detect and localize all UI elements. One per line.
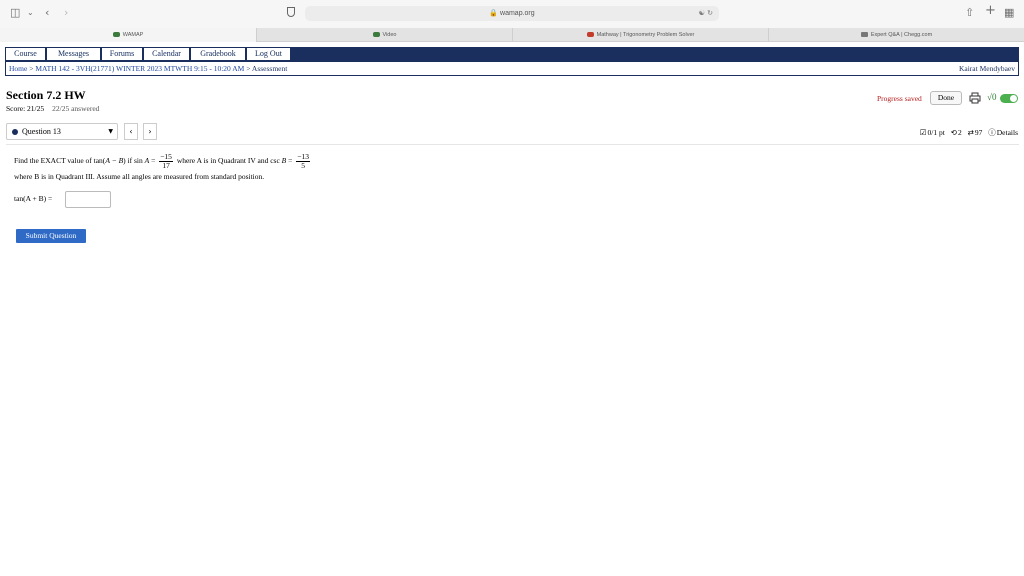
sidebar-toggle-icon[interactable]: ◫: [10, 6, 20, 20]
answered-count: 22/25 answered: [52, 104, 100, 113]
sin-a-fraction: −15 17: [159, 153, 173, 170]
question-text-line2: where B is in Quadrant III. Assume all a…: [14, 172, 265, 181]
score-line: Score: 21/25 22/25 answered: [6, 104, 99, 114]
submit-question-button[interactable]: Submit Question: [16, 229, 86, 243]
question-text-line1: Find the EXACT value of tan(A − B) if si…: [14, 153, 312, 170]
nav-gradebook[interactable]: Gradebook: [191, 48, 246, 60]
question-text: Find the EXACT value of tan(: [14, 156, 106, 166]
tab-video[interactable]: Video: [256, 28, 512, 42]
breadcrumb: Home > MATH 142 - 3VH(21771) WINTER 2023…: [5, 61, 1019, 76]
answer-input[interactable]: [65, 191, 111, 208]
tab-overview-icon[interactable]: ▦: [1004, 6, 1014, 20]
chegg-favicon-icon: [860, 32, 868, 38]
mathway-favicon-icon: [586, 32, 594, 38]
browser-toolbar: ◫ ⌄ ‹ › 🔒 wamap.org ☯ ↻ ⇧ + ▦: [0, 0, 1024, 28]
question-selector[interactable]: Question 13 ▼: [6, 123, 118, 140]
retry-icon: ⟲: [950, 128, 957, 137]
print-icon[interactable]: [969, 92, 981, 104]
done-button[interactable]: Done: [930, 91, 962, 105]
breadcrumb-separator: >: [244, 64, 252, 73]
math-entry-toggle[interactable]: [1000, 94, 1018, 103]
retries-value: 2: [957, 128, 962, 137]
nav-calendar[interactable]: Calendar: [144, 48, 190, 60]
breadcrumb-current: Assessment: [251, 64, 288, 73]
csc-b-fraction: −13 5: [296, 153, 310, 170]
tab-mathway[interactable]: Mathway | Trigonometry Problem Solver: [512, 28, 768, 42]
nav-forums[interactable]: Forums: [102, 48, 143, 60]
address-bar[interactable]: 🔒 wamap.org ☯ ↻: [305, 6, 719, 21]
tries-icon: ⇄: [967, 128, 974, 137]
breadcrumb-course[interactable]: MATH 142 - 3VH(21771) WINTER 2023 MTWTH …: [35, 64, 244, 73]
main-nav: Course Messages Forums Calendar Gradeboo…: [5, 47, 1019, 61]
share-icon[interactable]: ⇧: [965, 6, 974, 20]
url-text: 🔒 wamap.org: [489, 10, 535, 17]
tries-value: 97: [974, 128, 983, 137]
browser-tab-bar: WAMAP Video Mathway | Trigonometry Probl…: [0, 28, 1024, 42]
question-status-dot: [12, 129, 18, 135]
math-operator: =: [149, 156, 158, 166]
video-favicon-icon: [372, 32, 380, 38]
question-stats: ☑0/1 pt ⟲2 ⇄97 ⓘDetails: [916, 128, 1018, 138]
user-name: Kairat Mendybaev: [958, 64, 1015, 73]
breadcrumb-home[interactable]: Home: [9, 64, 27, 73]
fraction-denominator: 5: [301, 161, 305, 170]
score-value: Score: 21/25: [6, 104, 45, 113]
math-expression: A − B: [105, 156, 124, 166]
fraction-denominator: 17: [162, 161, 170, 170]
nav-messages[interactable]: Messages: [47, 48, 101, 60]
page-title: Section 7.2 HW: [6, 88, 86, 102]
nav-logout[interactable]: Log Out: [247, 48, 291, 60]
prev-question-button[interactable]: ‹: [124, 123, 138, 140]
forward-icon[interactable]: ›: [64, 6, 68, 20]
info-icon[interactable]: ⓘ: [988, 128, 996, 137]
math-operator: =: [286, 156, 295, 166]
question-selector-label: Question 13: [22, 127, 61, 136]
divider: [6, 144, 1019, 145]
answer-label: tan(A + B) =: [14, 194, 53, 203]
wamap-favicon-icon: [112, 32, 120, 38]
question-text: where A is in Quadrant IV and csc: [174, 156, 282, 166]
next-question-button[interactable]: ›: [143, 123, 157, 140]
tab-chegg[interactable]: Expert Q&A | Chegg.com: [768, 28, 1024, 42]
nav-course[interactable]: Course: [6, 48, 46, 60]
new-tab-icon[interactable]: +: [985, 4, 996, 18]
question-text: ) if sin: [123, 156, 145, 166]
breadcrumb-trail: Home > MATH 142 - 3VH(21771) WINTER 2023…: [9, 64, 287, 74]
tab-wamap[interactable]: WAMAP: [0, 28, 256, 42]
progress-saved-status: Progress saved: [877, 94, 922, 103]
dropdown-caret-icon: ▼: [108, 128, 113, 135]
privacy-shield-icon[interactable]: [287, 7, 295, 17]
points-value: 0/1 pt: [927, 128, 945, 137]
reload-icon[interactable]: ☯ ↻: [699, 7, 713, 20]
points-icon: ☑: [919, 128, 927, 137]
back-icon[interactable]: ‹: [45, 6, 49, 20]
math-entry-icon[interactable]: √0: [987, 91, 996, 103]
details-link[interactable]: Details: [997, 128, 1018, 137]
chevron-down-icon[interactable]: ⌄: [27, 6, 34, 20]
